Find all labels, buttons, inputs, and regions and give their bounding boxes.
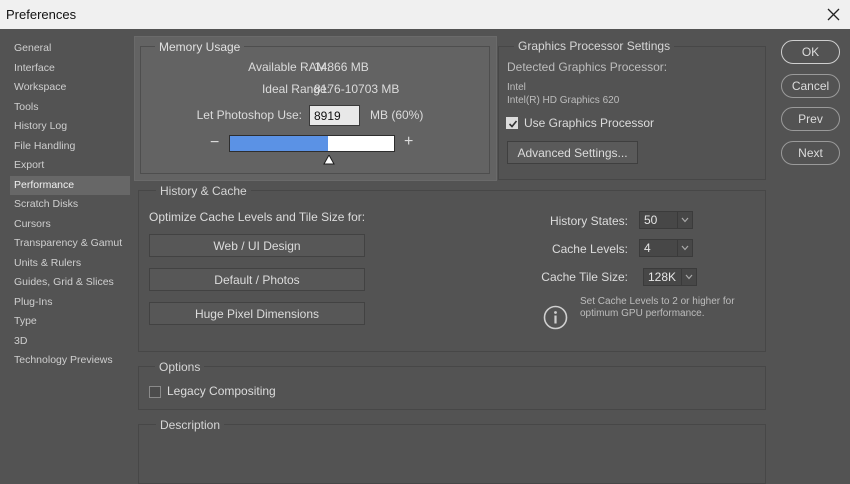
legacy-compositing-checkbox[interactable]	[149, 386, 161, 398]
slider-thumb-icon	[322, 155, 335, 165]
history-states-label: History States:	[549, 214, 628, 228]
optimize-cache-label: Optimize Cache Levels and Tile Size for:	[149, 210, 366, 224]
ok-button[interactable]: OK	[781, 40, 840, 64]
memory-slider[interactable]	[229, 135, 395, 152]
cache-levels-value: 4	[644, 241, 651, 255]
sidebar-item-file-handling[interactable]: File Handling	[10, 137, 130, 156]
sidebar-item-export[interactable]: Export	[10, 156, 130, 175]
sidebar-item-workspace[interactable]: Workspace	[10, 78, 130, 97]
gpu-settings-legend: Graphics Processor Settings	[514, 39, 675, 53]
cache-tile-size-label: Cache Tile Size:	[541, 270, 628, 284]
available-ram-value: 14866 MB	[314, 60, 369, 74]
memory-percent-label: MB (60%)	[370, 108, 424, 122]
chevron-down-icon	[685, 274, 693, 280]
memory-amount-input[interactable]	[309, 105, 360, 126]
web-ui-design-button[interactable]: Web / UI Design	[149, 234, 365, 257]
sidebar-item-plug-ins[interactable]: Plug-Ins	[10, 293, 130, 312]
chevron-down-icon	[681, 217, 689, 223]
sidebar-item-cursors[interactable]: Cursors	[10, 215, 130, 234]
memory-slider-fill	[230, 136, 329, 151]
close-icon	[827, 8, 840, 21]
sidebar-item-transparency-gamut[interactable]: Transparency & Gamut	[10, 234, 130, 253]
description-group	[138, 424, 766, 484]
gpu-model: Intel(R) HD Graphics 620	[507, 95, 620, 106]
cache-levels-label: Cache Levels:	[551, 242, 628, 256]
sidebar-item-type[interactable]: Type	[10, 312, 130, 331]
advanced-settings-button[interactable]: Advanced Settings...	[507, 141, 638, 164]
options-legend: Options	[155, 360, 205, 374]
gpu-cache-hint-line1: Set Cache Levels to 2 or higher for	[580, 296, 735, 307]
sidebar-item-scratch-disks[interactable]: Scratch Disks	[10, 195, 130, 214]
decrease-memory-button[interactable]: −	[210, 134, 219, 152]
sidebar-item-3d[interactable]: 3D	[10, 332, 130, 351]
ideal-range-label: Ideal Range:	[261, 82, 330, 96]
default-photos-button[interactable]: Default / Photos	[149, 268, 365, 291]
ideal-range-value: 8176-10703 MB	[314, 82, 400, 96]
sidebar-item-guides-grid-slices[interactable]: Guides, Grid & Slices	[10, 273, 130, 292]
gpu-vendor: Intel	[507, 82, 526, 93]
available-ram-label: Available RAM:	[248, 60, 330, 74]
cancel-button[interactable]: Cancel	[781, 74, 840, 98]
sidebar-item-tools[interactable]: Tools	[10, 98, 130, 117]
cache-levels-select[interactable]: 4	[639, 239, 693, 257]
close-button[interactable]	[818, 0, 850, 29]
window-title: Preferences	[6, 7, 77, 22]
info-icon	[543, 305, 568, 330]
history-states-select[interactable]: 50	[639, 211, 693, 229]
use-gpu-label: Use Graphics Processor	[524, 116, 655, 130]
history-cache-legend: History & Cache	[156, 184, 251, 198]
description-legend: Description	[156, 418, 225, 432]
sidebar-item-units-rulers[interactable]: Units & Rulers	[10, 254, 130, 273]
sidebar-item-history-log[interactable]: History Log	[10, 117, 130, 136]
let-photoshop-use-label: Let Photoshop Use:	[196, 108, 302, 122]
checkmark-icon	[508, 120, 518, 128]
title-bar: Preferences	[0, 0, 850, 29]
prev-button[interactable]: Prev	[781, 107, 840, 131]
cache-tile-size-select[interactable]: 128K	[643, 268, 697, 286]
memory-usage-legend: Memory Usage	[155, 40, 245, 54]
sidebar-item-interface[interactable]: Interface	[10, 59, 130, 78]
sidebar-item-general[interactable]: General	[10, 39, 130, 58]
sidebar-item-performance[interactable]: Performance	[10, 176, 130, 195]
next-button[interactable]: Next	[781, 141, 840, 165]
cache-tile-size-value: 128K	[648, 270, 677, 284]
history-states-value: 50	[644, 213, 658, 227]
huge-pixel-dimensions-button[interactable]: Huge Pixel Dimensions	[149, 302, 365, 325]
chevron-down-icon	[681, 245, 689, 251]
increase-memory-button[interactable]: +	[404, 133, 413, 151]
preferences-sidebar: General Interface Workspace Tools Histor…	[8, 39, 130, 478]
detected-gpu-label: Detected Graphics Processor:	[507, 60, 668, 74]
sidebar-item-technology-previews[interactable]: Technology Previews	[10, 351, 130, 370]
use-gpu-checkbox[interactable]	[506, 117, 518, 129]
gpu-cache-hint-line2: optimum GPU performance.	[580, 308, 705, 319]
legacy-compositing-label: Legacy Compositing	[167, 384, 276, 398]
